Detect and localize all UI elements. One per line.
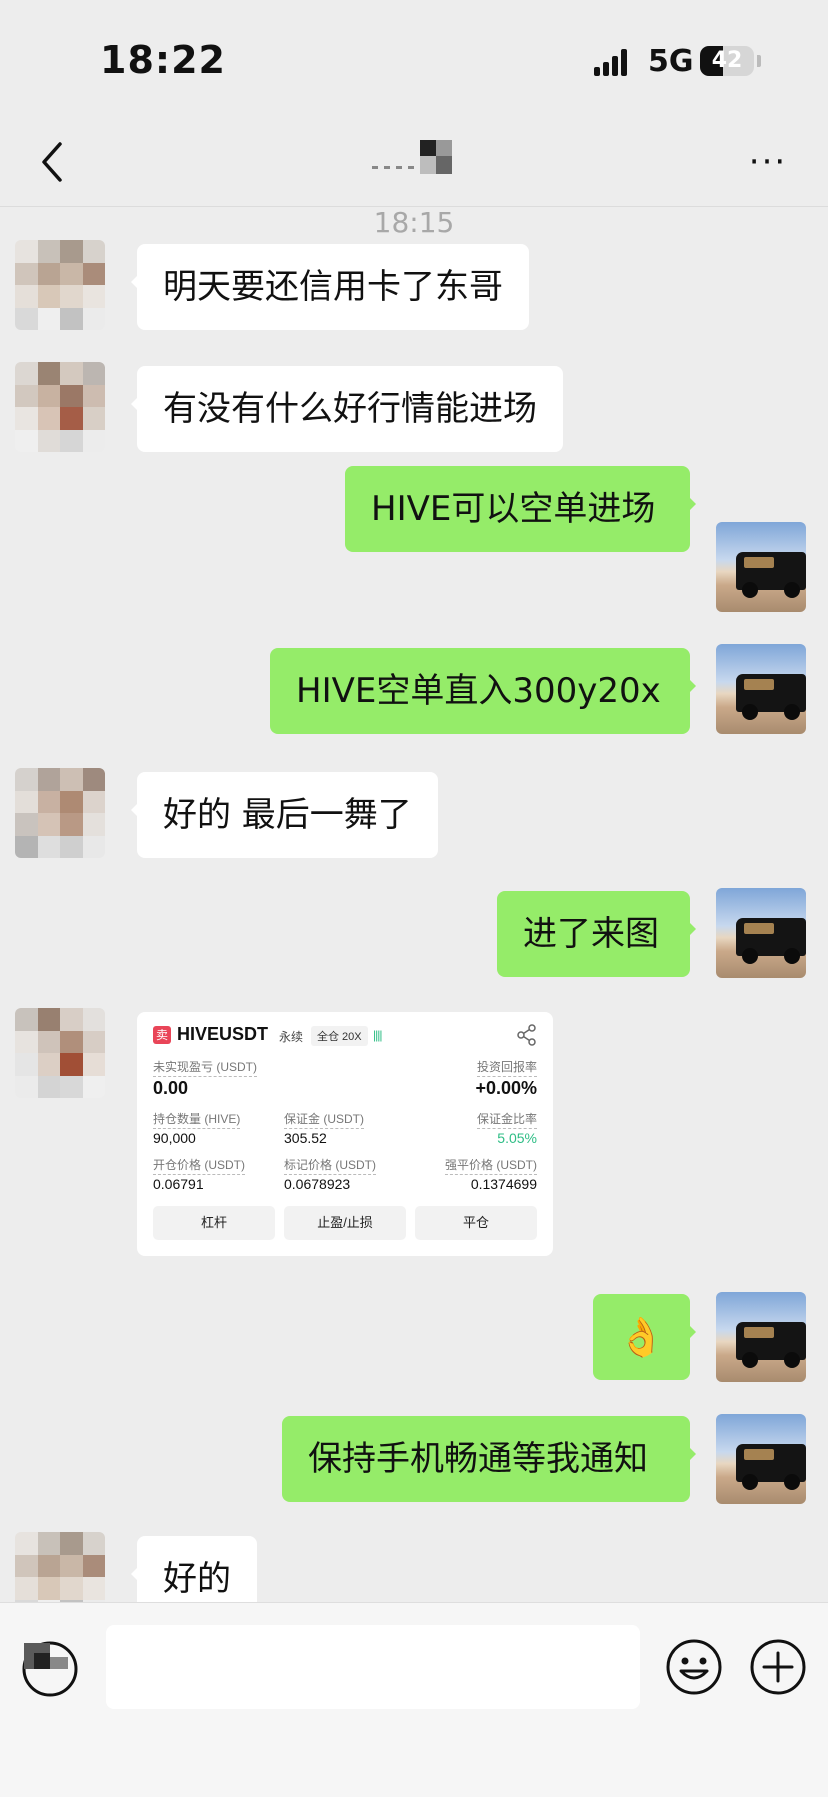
received-message[interactable]: 明天要还信用卡了东哥 [131,244,529,330]
user-avatar[interactable] [716,1414,806,1504]
margin-value: 305.52 [284,1130,327,1146]
liq-price-label: 强平价格 (USDT) [445,1156,537,1175]
contact-avatar[interactable] [15,1532,105,1602]
contact-avatar[interactable] [15,768,105,858]
user-avatar[interactable] [716,888,806,978]
tp-sl-button[interactable]: 止盈/止损 [284,1206,406,1240]
signal-icon [594,48,630,76]
roi-label: 投资回报率 [476,1058,537,1077]
network-type: 5G [648,44,694,79]
margin-mode: 全仓 20X [311,1026,368,1046]
position-qty-label: 持仓数量 (HIVE) [153,1110,241,1129]
symbol: HIVEUSDT [177,1024,269,1044]
margin-ratio-label: 保证金比率 [476,1110,537,1129]
sent-message[interactable]: HIVE空单直入300y20x [270,648,696,734]
status-bar: 18:22 5G 42 [0,0,828,120]
received-message[interactable]: 有没有什么好行情能进场 [131,366,563,452]
unrealized-pnl-value: 0.00 [153,1078,189,1098]
roi-value: +0.00% [475,1078,537,1098]
sent-message[interactable]: 👌 [593,1294,696,1380]
voice-icon[interactable] [20,1639,80,1699]
entry-price-value: 0.06791 [153,1176,204,1192]
user-avatar[interactable] [716,522,806,612]
sent-message[interactable]: HIVE可以空单进场 [345,466,696,552]
margin-label: 保证金 (USDT) [284,1110,364,1129]
emoji-icon[interactable] [664,1637,724,1697]
margin-ratio-value: 5.05% [497,1130,537,1146]
message-list[interactable]: 18:15 明天要还信用卡了东哥 有没有什么好行情能进场 HIVE可以空单进场 … [0,206,828,1602]
received-message[interactable]: 好的 [131,1536,257,1602]
liq-price-value: 0.1374699 [470,1176,537,1192]
contact-avatar[interactable] [15,1008,105,1098]
message-input[interactable] [106,1625,640,1709]
plus-icon[interactable] [748,1637,808,1697]
contract-type: 永续 [279,1030,304,1044]
more-options-icon[interactable]: ··· [744,144,792,180]
message-timestamp: 18:15 [373,206,455,239]
battery-icon: 42 [700,46,754,76]
share-icon[interactable] [517,1024,537,1046]
contact-avatar[interactable] [15,362,105,452]
chevron-left-icon[interactable] [32,138,76,186]
trade-screenshot-card[interactable]: 卖 HIVEUSDT 永续 全仓 20X |||| 未实现盈亏 (USDT) 0… [137,1012,553,1256]
contact-avatar[interactable] [15,240,105,330]
leverage-button[interactable]: 杠杆 [153,1206,275,1240]
input-bar [0,1602,828,1797]
battery-level: 42 [711,48,743,73]
sent-message[interactable]: 保持手机畅通等我通知 [282,1416,696,1502]
status-time: 18:22 [100,38,226,82]
mark-price-value: 0.0678923 [284,1176,351,1192]
user-avatar[interactable] [716,644,806,734]
received-message[interactable]: 好的 最后一舞了 [131,772,438,858]
bars-icon: |||| [373,1028,383,1042]
card-header: 卖 HIVEUSDT 永续 全仓 20X |||| [153,1024,537,1050]
sent-message[interactable]: 进了来图 [497,891,696,977]
sell-badge: 卖 [153,1026,171,1044]
battery-tip [757,55,761,67]
mark-price-label: 标记价格 (USDT) [284,1156,376,1175]
position-qty-value: 90,000 [153,1130,196,1146]
user-avatar[interactable] [716,1292,806,1382]
chat-header: ··· [0,120,828,207]
entry-price-label: 开仓价格 (USDT) [153,1156,245,1175]
contact-name-redacted [366,138,466,184]
close-position-button[interactable]: 平仓 [415,1206,537,1240]
unrealized-pnl-label: 未实现盈亏 (USDT) [153,1058,257,1077]
